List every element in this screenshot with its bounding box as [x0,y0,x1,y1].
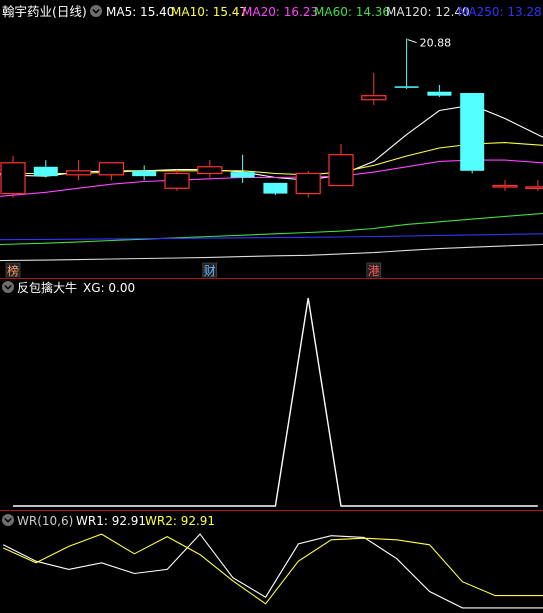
candle-body-up [98,162,125,176]
event-marker[interactable]: 榜 [5,262,21,278]
indicator-name: 反包擒大牛 [17,280,77,295]
candlestick [33,160,58,178]
candle-body-up [164,172,190,189]
stock-title: 翰宇药业(日线) [2,4,87,19]
ma-label: MA5: 15.40 [106,5,174,19]
ma250-line [0,233,543,241]
candlestick [0,156,26,198]
indicator-value: XG: 0.00 [83,281,135,295]
candle-body-down [460,93,485,171]
candlestick [460,93,485,174]
marker-label: 港 [368,264,380,278]
dropdown-icon[interactable] [2,514,14,526]
candlestick [492,180,518,191]
candle-body-down [132,170,157,177]
ma-label: MA60: 14.36 [314,5,390,19]
stock-chart[interactable]: 翰宇药业(日线) MA5: 15.40MA10: 15.47MA20: 16.2… [0,0,543,613]
price-panel-header: 翰宇药业(日线) MA5: 15.40MA10: 15.47MA20: 16.2… [2,4,542,19]
candle-body-up [361,95,387,101]
ma-label: MA20: 16.23 [242,5,318,19]
marker-label: 财 [204,264,216,278]
candlestick [230,154,255,183]
event-marker[interactable]: 港 [366,262,382,278]
indicator-panel-header: 反包擒大牛 XG: 0.00 [2,280,135,295]
xg-line [13,297,538,507]
ma-label: MA250: 13.28 [458,5,542,19]
candlestick [65,160,92,181]
wr-panel-header: WR(10,6) WR1: 92.91 WR2: 92.91 [2,514,215,528]
candlestick [295,170,321,198]
annotation-label: 20.88 [420,37,452,50]
candlestick [394,38,419,89]
candlestick [427,84,452,98]
candlestick [197,160,223,178]
candlestick [164,169,190,191]
candle-body-up [328,154,354,187]
wr2-line [2,533,543,605]
candlestick [98,162,125,181]
wr2-label: WR2: 92.91 [145,514,215,528]
candle-body-up [525,186,543,189]
ma120-line [0,243,543,262]
indicator-panel [13,297,538,507]
candlestick [361,72,387,106]
dropdown-icon[interactable] [2,281,14,293]
candle-body-down [427,91,452,96]
wr-name: WR(10,6) [17,514,73,528]
price-annotations: 20.88 [407,37,452,50]
dropdown-icon[interactable] [90,5,102,17]
candlestick [328,143,354,187]
ma-legend: MA5: 15.40MA10: 15.47MA20: 16.23MA60: 14… [106,5,542,19]
candlestick [525,180,543,191]
candle-body-up [295,172,321,195]
candle-body-up [65,170,92,176]
event-markers: 榜财港 [5,262,382,278]
candlestick [263,182,288,195]
candle-body-down [230,172,255,178]
candle-body-down [33,166,58,177]
ma-label: MA10: 15.47 [171,5,247,19]
candle-body-up [0,162,26,195]
wr1-line [2,533,543,609]
marker-label: 榜 [7,263,19,278]
candlestick [132,165,157,181]
ma60-line [0,212,543,246]
candle-body-up [492,184,518,188]
price-panel: 20.88 榜 财 港 [0,37,543,278]
candle-body-up [197,166,223,175]
wr-panel [2,533,543,609]
annotation-pointer [407,39,417,44]
candle-body-down [263,182,288,194]
candle-body-down [394,86,419,88]
wr1-label: WR1: 92.91 [76,514,146,528]
event-marker[interactable]: 财 [202,262,218,278]
